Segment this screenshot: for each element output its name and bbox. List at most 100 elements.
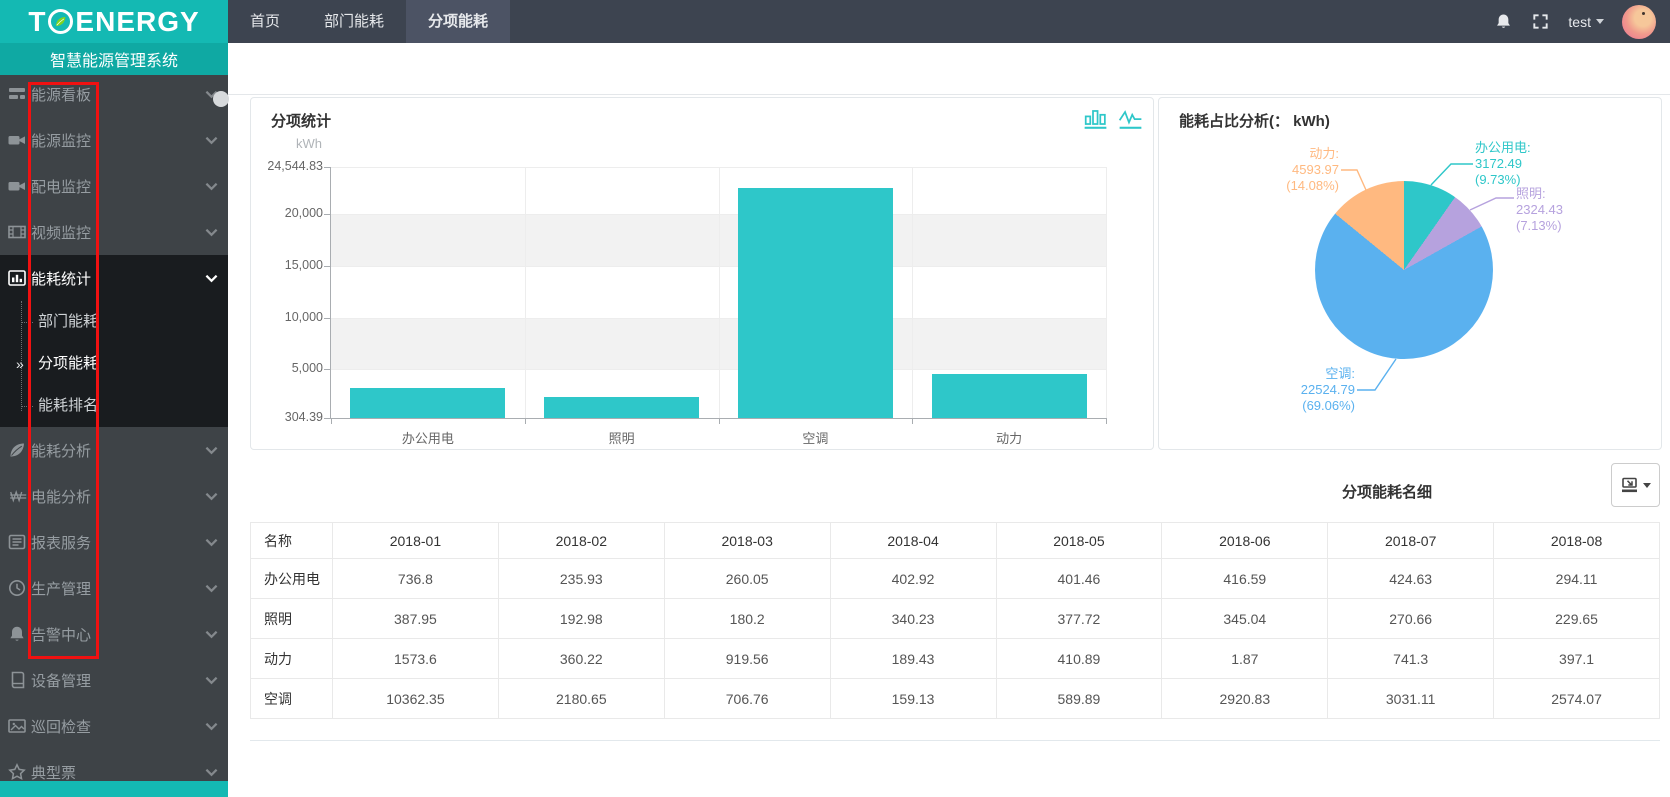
y-tick-mark [324,418,331,419]
y-tick-mark [324,214,331,215]
bar-空调[interactable] [738,188,893,418]
chevron-down-icon [1643,483,1651,492]
sidebar-item-label: 能源监控 [31,130,91,151]
chevron-down-icon [205,134,218,147]
sidebar-scroll-dot[interactable] [213,91,229,107]
chevron-down-icon [205,536,218,549]
export-icon [1620,476,1640,495]
detail-table: 名称2018-012018-022018-032018-042018-05201… [250,522,1660,719]
value-cell: 1.87 [1162,639,1328,679]
grid-vline [1106,167,1107,418]
x-tick-mark [331,418,332,424]
bar-办公用电[interactable] [350,388,505,418]
table-column-header: 2018-06 [1162,523,1328,559]
video-camera-icon [7,176,27,196]
sidebar-item-视频监控[interactable]: 视频监控 [0,209,228,255]
sidebar-item-报表服务[interactable]: 报表服务 [0,519,228,565]
sidebar-item-能源监控[interactable]: 能源监控 [0,117,228,163]
leaf-icon [7,440,27,460]
table-column-header: 2018-02 [498,523,664,559]
sidebar-item-告警中心[interactable]: 告警中心 [0,611,228,657]
tab-部门能耗[interactable]: 部门能耗 [302,0,406,43]
x-tick-mark [1106,418,1107,424]
value-cell: 410.89 [996,639,1162,679]
sidebar-item-label: 典型票 [31,762,76,783]
user-menu[interactable]: test [1568,14,1604,30]
row-name-cell: 空调 [251,679,333,719]
bar-动力[interactable] [932,374,1087,418]
value-cell: 706.76 [664,679,830,719]
sidebar-item-label: 能源看板 [31,84,91,105]
table-column-header: 2018-03 [664,523,830,559]
nav-tabs: 首页部门能耗分项能耗 [228,0,510,43]
bell-icon[interactable] [1494,12,1513,31]
value-cell: 260.05 [664,559,830,599]
table-title: 分项能耗名细 [1342,481,1432,502]
value-cell: 189.43 [830,639,996,679]
sidebar-subitem-分项能耗[interactable]: » 分项能耗 [0,343,228,385]
tab-分项能耗[interactable]: 分项能耗 [406,0,510,43]
row-name-cell: 动力 [251,639,333,679]
bar-chart-panel: 分项统计 kWh 304.395,00010,00015,00020,00024… [250,97,1154,450]
app-root: 能源看板能源监控配电监控视频监控能耗统计部门能耗»分项能耗能耗排名能耗分析电能分… [0,0,1670,797]
value-cell: 2920.83 [1162,679,1328,719]
table-column-header: 2018-07 [1328,523,1494,559]
sidebar-item-能耗分析[interactable]: 能耗分析 [0,427,228,473]
sidebar-item-能耗统计[interactable]: 能耗统计 [0,255,228,301]
value-cell: 159.13 [830,679,996,719]
value-cell: 397.1 [1494,639,1660,679]
detail-table-section: 分项能耗名细 名称2018-012018-022018-032018-04201… [250,455,1660,745]
value-cell: 2180.65 [498,679,664,719]
sidebar-item-label: 告警中心 [31,624,91,645]
table-section-bottom-border [250,740,1660,741]
bar-chart-toggle-icon[interactable] [1083,105,1108,130]
x-tick-mark [719,418,720,424]
sidebar-item-电能分析[interactable]: 电能分析 [0,473,228,519]
value-cell: 2574.07 [1494,679,1660,719]
sidebar-item-label: 设备管理 [31,670,91,691]
won-icon [7,486,27,506]
sidebar-item-设备管理[interactable]: 设备管理 [0,657,228,703]
y-tick-mark [324,266,331,267]
sidebar-item-label: 能耗统计 [31,268,91,289]
avatar[interactable] [1622,5,1656,39]
row-name-cell: 照明 [251,599,333,639]
sidebar-item-能源看板[interactable]: 能源看板 [0,71,228,117]
chart-type-toolbox [1083,105,1143,130]
report-icon [7,532,27,552]
export-button[interactable] [1611,463,1660,507]
bar-chart-icon [7,268,27,288]
pie-label-空调: 空调:22524.79(69.06%) [1275,366,1355,414]
value-cell: 416.59 [1162,559,1328,599]
value-cell: 229.65 [1494,599,1660,639]
value-cell: 3031.11 [1328,679,1494,719]
sidebar-item-巡回检查[interactable]: 巡回检查 [0,703,228,749]
table-column-header: 2018-01 [333,523,499,559]
bar-照明[interactable] [544,397,699,418]
fullscreen-icon[interactable] [1531,12,1550,31]
value-cell: 377.72 [996,599,1162,639]
logo-suffix: ENERGY [75,6,199,38]
line-chart-toggle-icon[interactable] [1118,105,1143,130]
chevron-down-icon [205,628,218,641]
y-axis-unit-label: kWh [279,136,339,151]
chevron-down-icon [205,766,218,779]
sidebar-bottom-strip [0,781,228,797]
chevron-down-icon [205,582,218,595]
sidebar-subitem-部门能耗[interactable]: 部门能耗 [0,301,228,343]
sidebar-item-配电监控[interactable]: 配电监控 [0,163,228,209]
table-column-header: 2018-04 [830,523,996,559]
filter-bar [228,43,1670,95]
app-subtitle: 智慧能源管理系统 [0,43,228,75]
sidebar-subitem-label: 分项能耗 [38,355,98,372]
sidebar-subitem-能耗排名[interactable]: 能耗排名 [0,385,228,427]
book-icon [7,670,27,690]
leaf-logo-icon [48,9,73,34]
x-tick-mark [525,418,526,424]
sidebar-item-生产管理[interactable]: 生产管理 [0,565,228,611]
sidebar-item-label: 电能分析 [31,486,91,507]
grid-vline [525,167,526,418]
tab-首页[interactable]: 首页 [228,0,302,43]
picture-icon [7,716,27,736]
active-arrow-icon: » [16,343,24,385]
